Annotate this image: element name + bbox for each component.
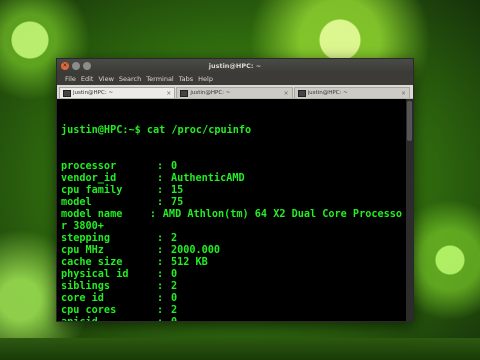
- cpuinfo-value: 75: [171, 197, 184, 208]
- cpuinfo-value: 0: [171, 161, 178, 172]
- cpuinfo-separator: :: [149, 209, 156, 220]
- cpuinfo-key: cpu MHz: [61, 245, 104, 256]
- cpuinfo-key: core id: [61, 293, 104, 304]
- menu-bar: File Edit View Search Terminal Tabs Help: [57, 73, 413, 85]
- terminal-icon: [297, 89, 306, 97]
- terminal-tab[interactable]: justin@HPC: ~ ×: [59, 87, 176, 98]
- terminal-window[interactable]: × justin@HPC: ~ File Edit View Search Te…: [56, 58, 414, 322]
- menu-help[interactable]: Help: [198, 75, 213, 83]
- cpuinfo-key: cpu family: [61, 185, 123, 196]
- cpuinfo-line: stepping:2: [61, 233, 402, 245]
- close-tab-icon[interactable]: ×: [166, 90, 171, 97]
- cpuinfo-key: stepping: [61, 233, 111, 244]
- cpuinfo-value: AMD Athlon(tm) 64 X2 Dual Core Processo: [162, 209, 402, 220]
- cpuinfo-line: processor:0: [61, 161, 402, 173]
- terminal-prompt-line: justin@HPC:~$ cat /proc/cpuinfo: [61, 125, 402, 137]
- cpuinfo-line: vendor_id: AuthenticAMD: [61, 173, 402, 185]
- cpuinfo-line: cache size:512 KB: [61, 257, 402, 269]
- cpuinfo-value: 2000.000: [171, 245, 221, 256]
- cpuinfo-key: model name: [61, 209, 123, 220]
- cpuinfo-line: siblings:2: [61, 281, 402, 293]
- cpuinfo-separator: :: [157, 317, 171, 321]
- cpuinfo-line: cpu MHz:2000.000: [61, 245, 402, 257]
- tab-label: justin@HPC: ~: [307, 90, 348, 96]
- terminal-scrollbar[interactable]: [406, 99, 413, 321]
- desktop-bottom: [0, 338, 480, 360]
- window-title: justin@HPC: ~: [208, 62, 262, 70]
- menu-edit[interactable]: Edit: [81, 75, 94, 83]
- cpuinfo-value: 2: [171, 281, 178, 292]
- window-titlebar[interactable]: × justin@HPC: ~: [57, 59, 413, 73]
- terminal-tab[interactable]: justin@HPC: ~ ×: [176, 87, 293, 98]
- cpuinfo-line: apicid:0: [61, 317, 402, 321]
- cpuinfo-value: 0: [171, 317, 177, 321]
- scrollbar-thumb[interactable]: [407, 101, 412, 141]
- terminal-icon: [63, 89, 71, 97]
- cpuinfo-separator: :: [157, 245, 164, 256]
- cpuinfo-value: 2: [171, 305, 178, 316]
- cpuinfo-key: physical id: [61, 269, 129, 280]
- cpuinfo-separator: :: [157, 281, 164, 292]
- cpuinfo-separator: :: [157, 293, 164, 304]
- cpuinfo-key: processor: [61, 161, 117, 172]
- terminal-output[interactable]: justin@HPC:~$ cat /proc/cpuinfo processo…: [57, 99, 406, 321]
- cpuinfo-key: cache size: [61, 257, 123, 268]
- cpuinfo-key: siblings: [61, 281, 111, 292]
- cpuinfo-separator: :: [157, 161, 164, 172]
- cpuinfo-separator: :: [157, 233, 164, 244]
- terminal-tab[interactable]: justin@HPC: ~ ×: [293, 87, 410, 98]
- cpuinfo-separator: :: [157, 269, 164, 280]
- cpuinfo-line: physical id:0: [61, 269, 402, 281]
- cpuinfo-value: 512 KB: [171, 257, 208, 268]
- cpuinfo-key: cpu cores: [61, 305, 117, 316]
- cpuinfo-key: r 3800+: [61, 221, 104, 232]
- terminal-icon: [180, 89, 189, 97]
- menu-file[interactable]: File: [65, 75, 76, 83]
- tab-label: justin@HPC: ~: [73, 90, 114, 96]
- cpuinfo-line: model:75: [61, 197, 402, 209]
- cpuinfo-key: apicid: [61, 317, 157, 321]
- cpuinfo-value: 0: [171, 269, 178, 280]
- cpuinfo-value: 0: [171, 293, 178, 304]
- menu-terminal[interactable]: Terminal: [146, 75, 173, 83]
- cpuinfo-value: AuthenticAMD: [171, 173, 245, 184]
- menu-tabs[interactable]: Tabs: [179, 75, 193, 83]
- terminal-prompt: justin@HPC:~$ cat /proc/cpuinfo: [61, 125, 252, 136]
- cpuinfo-separator: :: [157, 257, 164, 268]
- cpuinfo-value: 15: [171, 185, 184, 196]
- menu-search[interactable]: Search: [119, 75, 141, 83]
- cpuinfo-key: vendor_id: [61, 173, 117, 184]
- cpuinfo-line: r 3800+: [61, 221, 402, 233]
- cpuinfo-line: cpu family:15: [61, 185, 402, 197]
- cpuinfo-separator: :: [157, 197, 164, 208]
- tab-bar: justin@HPC: ~ × justin@HPC: ~ × justin@H…: [57, 85, 413, 99]
- cpuinfo-separator: :: [157, 305, 164, 316]
- cpuinfo-line: model name: AMD Athlon(tm) 64 X2 Dual Cor…: [61, 209, 402, 221]
- cpuinfo-line: cpu cores:2: [61, 305, 402, 317]
- close-tab-icon[interactable]: ×: [401, 90, 406, 97]
- cpuinfo-separator: :: [157, 173, 164, 184]
- cpuinfo-separator: :: [157, 185, 164, 196]
- cpuinfo-line: core id:0: [61, 293, 402, 305]
- menu-view[interactable]: View: [98, 75, 113, 83]
- close-tab-icon[interactable]: ×: [284, 90, 289, 97]
- cpuinfo-key: model: [61, 197, 92, 208]
- cpuinfo-value: 2: [171, 233, 178, 244]
- tab-label: justin@HPC: ~: [190, 90, 231, 96]
